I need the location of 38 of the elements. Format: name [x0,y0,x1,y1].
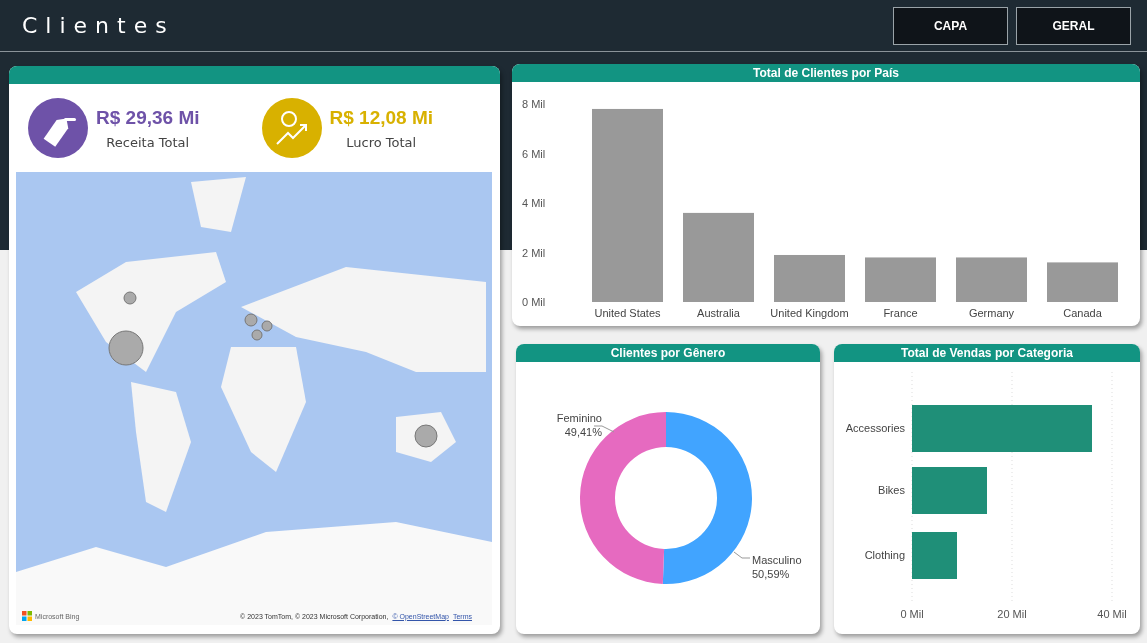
kpi-value: R$ 12,08 Mi [329,106,433,129]
bar [774,255,845,302]
axis-label: Bikes [878,484,905,496]
nav-button[interactable]: GERAL [1016,6,1131,45]
kpi-label: Receita Total [106,134,190,150]
axis-label: 6 Mil [522,147,546,160]
axis-label: Accessories [845,422,905,434]
axis-label: 0 Mil [522,296,546,308]
slice-label: Feminino [556,412,602,424]
chart-title: Clientes por Gênero [610,346,726,360]
leader-line [733,551,751,559]
axis-label: 40 Mil [1097,608,1127,620]
page-title: Clientes [22,13,176,38]
axis-label: 20 Mil [997,608,1027,620]
windows-logo-icon [22,611,32,621]
axis-label: 4 Mil [522,197,546,209]
axis-label: 0 Mil [900,608,924,620]
nav-button[interactable]: CAPA [893,6,1008,45]
axis-label: Australia [697,307,740,319]
chart-title: Total de Vendas por Categoria [901,346,1073,360]
axis-label: France [883,307,918,319]
axis-label: United Kingdom [770,307,849,319]
axis-label: Clothing [864,549,905,561]
slice-value: 50,59% [752,568,790,580]
kpi-label: Lucro Total [346,134,417,150]
bar [1047,262,1118,302]
axis-label: Canada [1063,307,1102,319]
kpi-value: R$ 29,36 Mi [96,106,200,129]
chart-title: Total de Clientes por País [753,66,899,80]
axis-label: 8 Mil [522,98,546,110]
slice-value: 49,41% [564,426,602,438]
axis-label: 2 Mil [522,246,546,259]
bar [912,532,957,579]
slice-label: Masculino [752,554,802,566]
axis-label: Germany [968,307,1015,319]
axis-label: United States [594,307,661,319]
bar [865,257,936,302]
bar [956,257,1027,302]
